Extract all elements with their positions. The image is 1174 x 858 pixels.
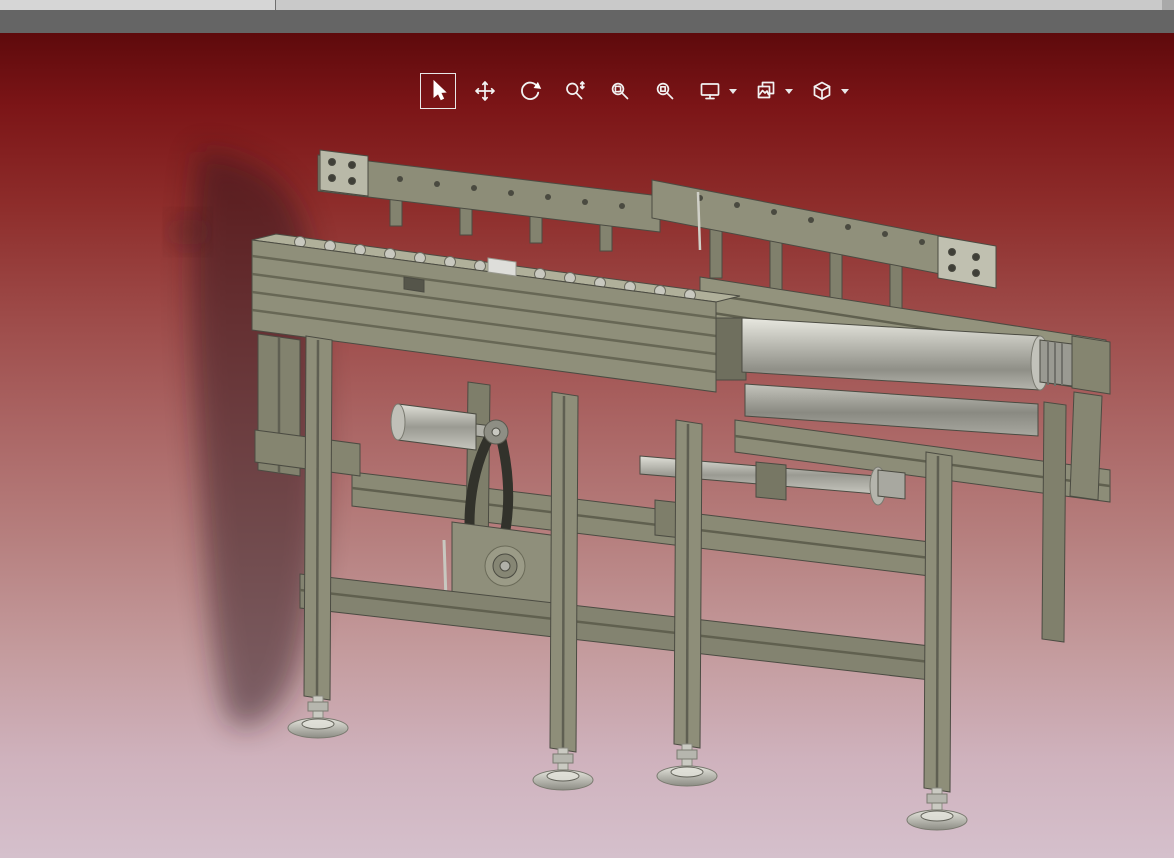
conveyor-3d-model — [174, 149, 1111, 831]
display-style-dropdown-caret[interactable] — [729, 88, 737, 94]
zoom-to-area-button[interactable] — [604, 74, 636, 108]
cad-viewport[interactable] — [0, 33, 1174, 858]
guard-rail-left — [317, 149, 661, 252]
zoom-to-fit-button[interactable] — [649, 74, 681, 108]
view-orientation-group — [806, 74, 849, 108]
view-orientation-cube-icon — [810, 79, 834, 103]
zoom-to-area-icon — [608, 79, 632, 103]
rotate-view-icon — [517, 78, 543, 104]
top-toolbar-strip — [0, 0, 1174, 10]
zoom-in-out-button[interactable] — [559, 74, 591, 108]
display-style-button[interactable] — [694, 74, 726, 108]
cross-beam-lower — [299, 573, 931, 681]
select-tool-button[interactable] — [420, 73, 456, 109]
view-orientation-button[interactable] — [806, 74, 838, 108]
heads-up-view-toolbar — [420, 71, 849, 111]
display-style-icon — [698, 79, 722, 103]
leveling-foot — [656, 743, 718, 787]
leveling-feet — [287, 695, 968, 831]
apply-scene-icon — [754, 79, 778, 103]
view-orientation-dropdown-caret[interactable] — [841, 88, 849, 94]
top-toolbar-right-edge — [1162, 0, 1174, 10]
leveling-foot — [532, 747, 594, 791]
zoom-to-fit-icon — [653, 79, 677, 103]
leveling-foot — [906, 787, 968, 831]
pan-tool-button[interactable] — [469, 74, 501, 108]
menu-toolbar-strip — [0, 10, 1174, 34]
top-toolbar-left-segment — [0, 0, 276, 10]
pan-icon — [473, 79, 497, 103]
display-style-group — [694, 74, 737, 108]
leveling-foot — [287, 695, 349, 739]
apply-scene-button[interactable] — [750, 74, 782, 108]
rotate-view-button[interactable] — [514, 74, 546, 108]
zoom-in-out-icon — [563, 79, 587, 103]
apply-scene-group — [750, 74, 793, 108]
select-arrow-icon — [426, 79, 450, 103]
apply-scene-dropdown-caret[interactable] — [785, 88, 793, 94]
